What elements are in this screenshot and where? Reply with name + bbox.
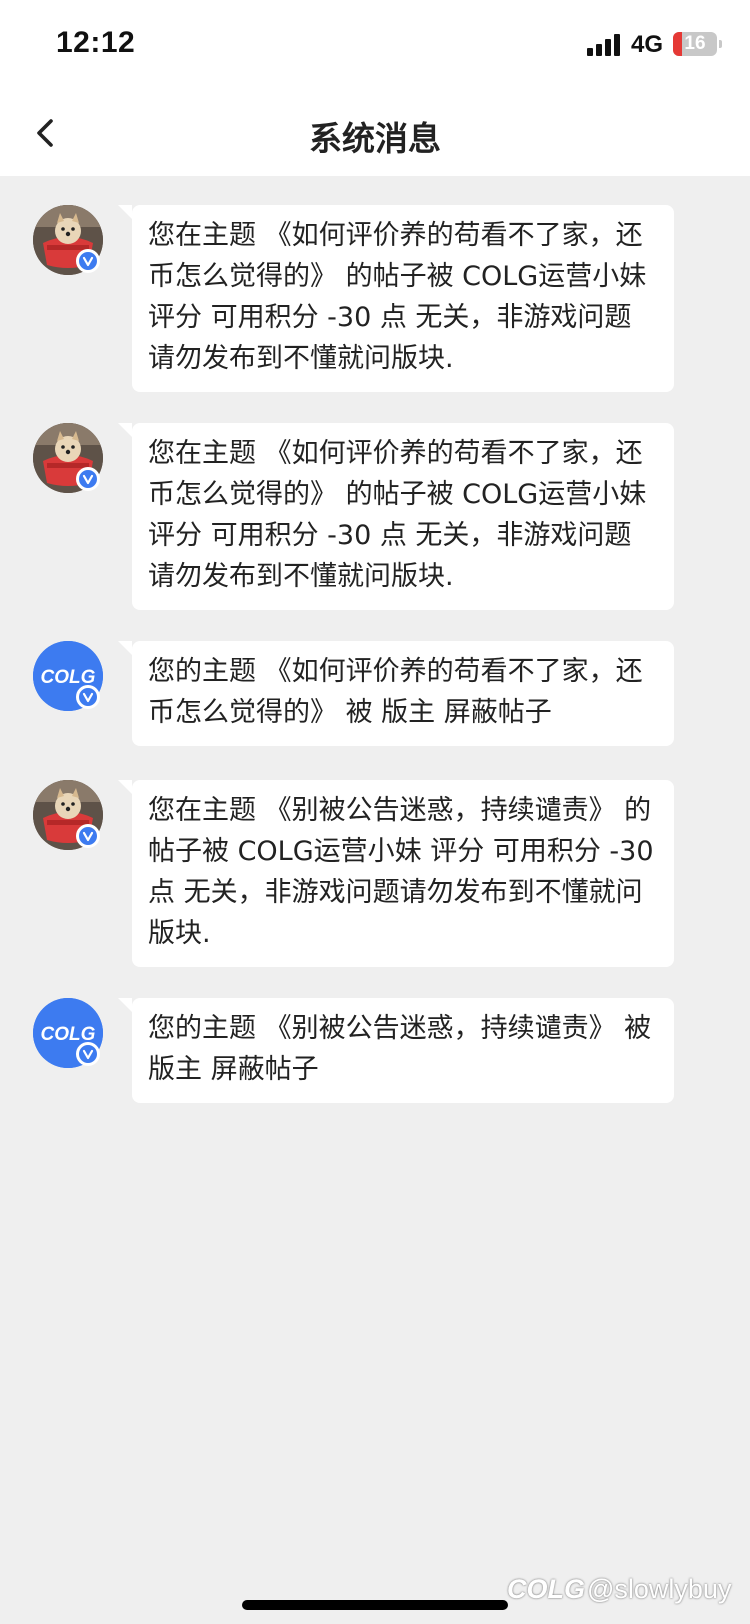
verified-badge-icon [76, 1042, 100, 1066]
message-bubble: 您的主题 《别被公告迷惑，持续谴责》 被 版主 屏蔽帖子 [118, 998, 674, 1103]
battery-icon: 16 [673, 32, 717, 56]
home-indicator[interactable] [242, 1600, 508, 1610]
status-time: 12:12 [56, 26, 136, 59]
nav-bar: 系统消息 [0, 90, 750, 176]
watermark-logo: COLG [507, 1574, 585, 1604]
watermark-handle: @slowlybuy [587, 1574, 732, 1604]
status-bar: 12:12 4G 16 [0, 0, 750, 90]
message-bubble: 您的主题 《如何评价养的苟看不了家，还币怎么觉得的》 被 版主 屏蔽帖子 [118, 641, 674, 746]
verified-badge-icon [76, 824, 100, 848]
verified-badge-icon [76, 685, 100, 709]
page-title: 系统消息 [309, 119, 441, 158]
message-bubble: 您在主题 《别被公告迷惑，持续谴责》 的帖子被 COLG运营小妹 评分 可用积分… [118, 780, 674, 967]
battery-level: 16 [684, 33, 706, 54]
network-type: 4G [631, 31, 664, 58]
watermark: COLG@slowlybuy [507, 1574, 731, 1605]
verified-badge-icon [76, 467, 100, 491]
message-bubble: 您在主题 《如何评价养的苟看不了家，还币怎么觉得的》 的帖子被 COLG运营小妹… [118, 205, 674, 392]
verified-badge-icon [76, 249, 100, 273]
signal-icon [587, 34, 623, 56]
message-bubble: 您在主题 《如何评价养的苟看不了家，还币怎么觉得的》 的帖子被 COLG运营小妹… [118, 423, 674, 610]
